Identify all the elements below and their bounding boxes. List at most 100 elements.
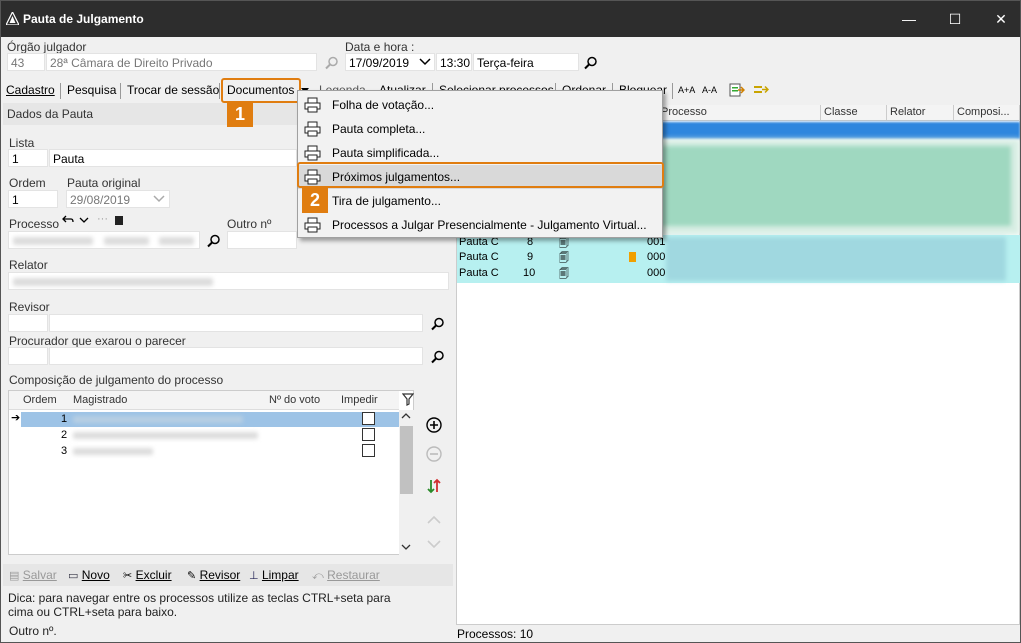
ordem-label: Ordem — [9, 176, 46, 190]
chevron-down-icon[interactable] — [419, 58, 431, 66]
broom-icon: ⊥ — [249, 570, 259, 582]
impedir-checkbox[interactable] — [362, 428, 375, 441]
menu-item-label: Pauta completa... — [332, 122, 426, 136]
chevron-down-icon[interactable] — [153, 195, 165, 203]
undo-icon[interactable] — [62, 215, 74, 225]
font-decrease-button[interactable]: A-A — [702, 81, 717, 100]
salvar-button[interactable]: ▤ Salvar — [9, 568, 57, 584]
dica-text: Dica: para navegar entre os processos ut… — [8, 591, 391, 619]
printer-icon — [304, 145, 321, 161]
menu-item-label: Tira de julgamento... — [332, 194, 441, 208]
col-impedir[interactable]: Impedir — [341, 394, 378, 406]
outro-field[interactable] — [227, 231, 297, 249]
toolbar-separator — [60, 83, 61, 99]
stop-icon[interactable] — [115, 216, 123, 225]
menu-item-folha-votacao[interactable]: Folha de votação... — [298, 93, 662, 117]
excluir-button[interactable]: ✂ Excluir — [123, 568, 172, 584]
impedir-checkbox[interactable] — [362, 412, 375, 425]
ordem-field[interactable]: 1 — [8, 190, 58, 208]
filter-icon[interactable] — [402, 393, 414, 406]
col-magistrado[interactable]: Magistrado — [73, 394, 127, 406]
col-composicao[interactable]: Composi... — [954, 105, 1020, 121]
row-pointer-icon: ➔ — [11, 412, 21, 424]
documentos-highlight — [221, 78, 301, 103]
printer-icon — [304, 97, 321, 113]
title-bar: Pauta de Julgamento — ☐ ✕ — [1, 1, 1020, 37]
date-value: 17/09/2019 — [349, 56, 410, 70]
maximize-button[interactable]: ☐ — [932, 1, 978, 37]
weekday-field: Terça-feira — [473, 53, 579, 71]
restore-icon: ⤺ — [312, 570, 324, 582]
tab-cadastro[interactable]: Cadastro — [6, 81, 55, 100]
ellipsis-icon[interactable]: ··· — [97, 213, 108, 225]
table-row[interactable]: Pauta C 8 🗐 001 — [457, 236, 665, 251]
col-classe[interactable]: Classe — [821, 105, 887, 121]
relator-field[interactable] — [8, 272, 449, 290]
limpar-button[interactable]: ⊥ Limpar — [249, 568, 299, 584]
tab-pesquisa[interactable]: Pesquisa — [67, 81, 116, 100]
export-icon[interactable] — [729, 82, 745, 98]
chevron-down-icon[interactable] — [401, 543, 411, 551]
row-ordem: 9 — [527, 251, 534, 263]
time-field[interactable]: 13:30 — [436, 53, 472, 71]
data-hora-label: Data e hora : — [345, 40, 415, 54]
search-icon[interactable] — [431, 317, 445, 331]
table-row[interactable]: Pauta C 9 🗐 000 — [457, 251, 665, 266]
minimize-button[interactable]: — — [886, 1, 932, 37]
trocar-sessao-button[interactable]: Trocar de sessão — [127, 81, 219, 100]
processo-label: Processo — [9, 217, 60, 231]
printer-icon — [304, 217, 321, 233]
font-increase-button[interactable]: A+A — [678, 81, 695, 100]
impedir-checkbox[interactable] — [362, 444, 375, 457]
lista-code-field[interactable]: 1 — [8, 149, 48, 167]
toolbar-separator — [120, 83, 121, 99]
row-lista: Pauta C — [459, 267, 499, 279]
chevron-up-icon[interactable] — [401, 412, 411, 420]
window: Pauta de Julgamento — ☐ ✕ Órgão julgador… — [0, 0, 1021, 643]
revisor-code-field[interactable] — [8, 314, 48, 332]
novo-label: Novo — [81, 568, 110, 582]
col-ordem[interactable]: Ordem — [23, 394, 57, 406]
printer-icon — [304, 121, 321, 137]
new-icon: ▭ — [68, 570, 79, 582]
processo-field[interactable] — [8, 231, 200, 249]
revisor-name-field[interactable] — [49, 314, 423, 332]
lista-name-field[interactable]: Pauta — [49, 149, 297, 167]
status-bar: Processos: 10 — [456, 625, 1020, 642]
orgao-label: Órgão julgador — [7, 40, 87, 54]
search-icon[interactable] — [207, 234, 221, 248]
bookmark-icon — [629, 252, 636, 262]
swap-icon[interactable] — [425, 477, 443, 495]
close-button[interactable]: ✕ — [978, 1, 1020, 37]
novo-button[interactable]: ▭ Novo — [68, 568, 110, 584]
orgao-name-field[interactable]: 28ª Câmara de Direito Privado — [46, 53, 317, 71]
menu-item-pauta-completa[interactable]: Pauta completa... — [298, 117, 662, 141]
chevron-up-icon[interactable] — [425, 511, 443, 529]
move-icon[interactable] — [753, 82, 769, 98]
menu-item-processos-julgar[interactable]: Processos a Julgar Presencialmente - Jul… — [298, 213, 662, 237]
document-icon: 🗐 — [559, 253, 569, 264]
delete-icon: ✂ — [123, 570, 133, 582]
revisor-button[interactable]: ✎ Revisor — [187, 568, 240, 584]
search-icon[interactable] — [431, 350, 445, 364]
menu-item-label: Folha de votação... — [332, 98, 435, 112]
search-icon[interactable] — [584, 56, 598, 70]
chevron-down-icon[interactable] — [79, 217, 89, 224]
search-icon[interactable] — [325, 56, 339, 70]
scrollbar-thumb[interactable] — [400, 426, 413, 494]
menu-item-label: Pauta simplificada... — [332, 146, 440, 160]
add-icon[interactable] — [425, 416, 443, 434]
col-numero-voto[interactable]: Nº do voto — [269, 394, 320, 406]
table-row[interactable]: Pauta C 10 🗐 000 — [457, 267, 665, 282]
processos-count: Processos: 10 — [457, 627, 534, 641]
orgao-code-field[interactable]: 43 — [7, 53, 45, 71]
restaurar-button[interactable]: ⤺ Restaurar — [312, 568, 380, 584]
procurador-name-field[interactable] — [49, 347, 423, 365]
chevron-down-icon[interactable] — [425, 535, 443, 553]
col-relator[interactable]: Relator — [887, 105, 954, 121]
col-processo-label: Processo — [661, 106, 707, 118]
app-icon — [6, 12, 19, 25]
remove-icon[interactable] — [425, 445, 443, 463]
menu-item-tira-julgamento[interactable]: Tira de julgamento... — [298, 189, 662, 213]
procurador-code-field[interactable] — [8, 347, 48, 365]
